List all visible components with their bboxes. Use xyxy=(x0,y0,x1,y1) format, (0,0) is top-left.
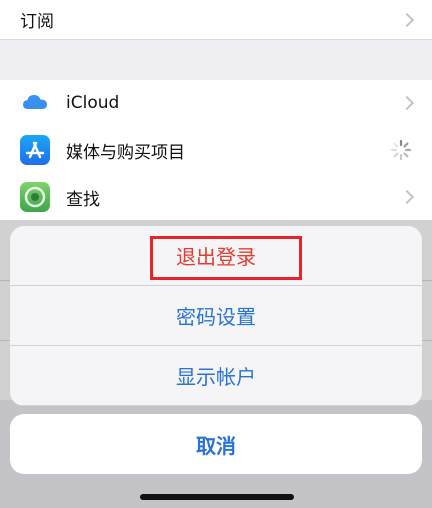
settings-row-label: 查找 xyxy=(66,189,100,210)
show-account-button[interactable]: 显示帐户 xyxy=(10,346,422,406)
settings-row-label: 媒体与购买项目 xyxy=(66,142,185,163)
settings-row-find-my[interactable]: 查找 xyxy=(0,174,432,220)
cancel-button[interactable]: 取消 xyxy=(10,414,422,474)
section-gap xyxy=(0,40,432,80)
chevron-right-icon xyxy=(399,12,415,27)
find-my-icon xyxy=(20,182,50,212)
settings-row-icloud[interactable]: iCloud xyxy=(0,80,432,126)
highlight-box xyxy=(150,236,302,280)
chevron-right-icon xyxy=(399,189,415,205)
settings-row-media-purchases[interactable]: 媒体与购买项目 xyxy=(0,126,432,174)
action-sheet: 退出登录 密码设置 显示帐户 xyxy=(10,226,422,406)
home-indicator[interactable] xyxy=(140,494,294,500)
settings-row-label: 订阅 xyxy=(20,12,54,32)
settings-row-label: iCloud xyxy=(66,93,120,113)
password-settings-button[interactable]: 密码设置 xyxy=(10,286,422,346)
chevron-right-icon xyxy=(399,95,415,111)
app-store-icon xyxy=(20,135,50,165)
icloud-icon xyxy=(20,88,50,118)
settings-row-subscriptions[interactable]: 订阅 xyxy=(0,0,432,40)
loading-spinner-icon xyxy=(390,139,412,161)
